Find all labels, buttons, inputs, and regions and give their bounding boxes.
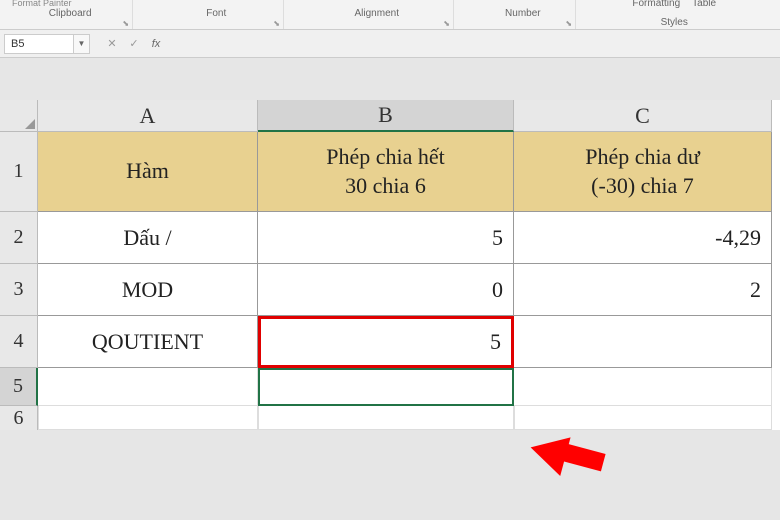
- formatting-label[interactable]: Formatting: [632, 0, 680, 9]
- row-header-4[interactable]: 4: [0, 316, 38, 368]
- row-header-1[interactable]: 1: [0, 132, 38, 212]
- row-header-5[interactable]: 5: [0, 368, 38, 406]
- ribbon-font-group: Font ⬊: [149, 0, 284, 29]
- cell-b4[interactable]: 5: [258, 316, 514, 368]
- fx-icon[interactable]: fx: [146, 34, 166, 54]
- cell-b2[interactable]: 5: [258, 212, 514, 264]
- cell-c1-line1: Phép chia dư: [585, 143, 700, 172]
- name-box[interactable]: B5: [4, 34, 74, 54]
- ribbon-clipboard-group: Format Painter Clipboard ⬊: [8, 0, 133, 29]
- cell-b1-line1: Phép chia hết: [326, 143, 445, 172]
- row-header-6[interactable]: 6: [0, 406, 38, 430]
- select-all-corner[interactable]: [0, 100, 38, 132]
- cell-b3[interactable]: 0: [258, 264, 514, 316]
- cell-c3[interactable]: 2: [514, 264, 772, 316]
- cell-c2[interactable]: -4,29: [514, 212, 772, 264]
- ribbon-bar: Format Painter Clipboard ⬊ Font ⬊ Alignm…: [0, 0, 780, 30]
- styles-label: Styles: [661, 17, 688, 28]
- cell-a5[interactable]: [38, 368, 258, 406]
- cell-c1[interactable]: Phép chia dư (-30) chia 7: [514, 132, 772, 212]
- cell-c1-line2: (-30) chia 7: [585, 172, 700, 201]
- spacer: [0, 58, 780, 100]
- column-header-c[interactable]: C: [514, 100, 772, 132]
- column-header-a[interactable]: A: [38, 100, 258, 132]
- number-label: Number: [505, 8, 541, 19]
- name-box-dropdown-icon[interactable]: ▼: [74, 34, 90, 54]
- cell-a1[interactable]: Hàm: [38, 132, 258, 212]
- cell-c4[interactable]: [514, 316, 772, 368]
- number-launcher-icon[interactable]: ⬊: [565, 19, 573, 27]
- ribbon-alignment-group: Alignment ⬊: [300, 0, 454, 29]
- row-header-3[interactable]: 3: [0, 264, 38, 316]
- cell-b1-line2: 30 chia 6: [326, 172, 445, 201]
- cell-a4[interactable]: QOUTIENT: [38, 316, 258, 368]
- formula-bar: B5 ▼ ✕ ✓ fx: [0, 30, 780, 58]
- clipboard-label: Clipboard: [49, 8, 92, 19]
- font-launcher-icon[interactable]: ⬊: [273, 19, 281, 27]
- cell-b5[interactable]: [258, 368, 514, 406]
- arrow-pointer-icon: [525, 428, 570, 476]
- column-header-b[interactable]: B: [258, 100, 514, 132]
- ribbon-styles-group: Formatting Table Styles: [592, 0, 756, 29]
- cancel-icon[interactable]: ✕: [102, 34, 122, 54]
- cell-a2[interactable]: Dấu /: [38, 212, 258, 264]
- alignment-launcher-icon[interactable]: ⬊: [443, 19, 451, 27]
- spreadsheet-grid: A B C 1 Hàm Phép chia hết 30 chia 6 Phép…: [0, 100, 780, 430]
- cell-a3[interactable]: MOD: [38, 264, 258, 316]
- enter-icon[interactable]: ✓: [124, 34, 144, 54]
- cell-b1[interactable]: Phép chia hết 30 chia 6: [258, 132, 514, 212]
- cell-c6[interactable]: [514, 406, 772, 430]
- font-label: Font: [206, 8, 226, 19]
- table-label[interactable]: Table: [692, 0, 716, 9]
- format-painter-label[interactable]: Format Painter: [12, 0, 72, 8]
- ribbon-number-group: Number ⬊: [470, 0, 576, 29]
- cell-a6[interactable]: [38, 406, 258, 430]
- clipboard-launcher-icon[interactable]: ⬊: [122, 19, 130, 27]
- cell-b6[interactable]: [258, 406, 514, 430]
- alignment-label: Alignment: [355, 8, 399, 19]
- row-header-2[interactable]: 2: [0, 212, 38, 264]
- cell-c5[interactable]: [514, 368, 772, 406]
